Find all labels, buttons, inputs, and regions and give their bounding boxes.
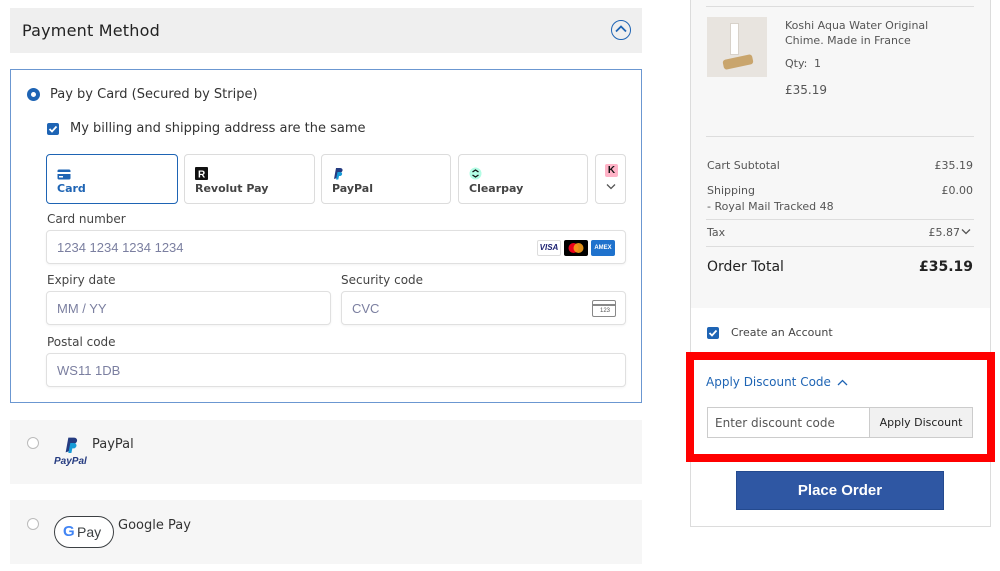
postal-code-input[interactable] bbox=[47, 354, 625, 386]
product-name-line1[interactable]: Koshi Aqua Water Original bbox=[785, 19, 928, 32]
product-name-line2[interactable]: Chime. Made in France bbox=[785, 34, 911, 47]
visa-icon: VISA bbox=[537, 240, 561, 256]
product-price: £35.19 bbox=[785, 83, 827, 97]
pay-by-card-radio[interactable] bbox=[27, 88, 40, 101]
qty-label: Qty: bbox=[785, 57, 808, 70]
card-number-label: Card number bbox=[47, 212, 126, 226]
tab-card[interactable]: Card bbox=[46, 154, 178, 204]
place-order-button[interactable]: Place Order bbox=[736, 471, 944, 510]
paypal-wordmark: PayPal bbox=[54, 456, 87, 467]
paypal-radio[interactable] bbox=[27, 437, 39, 449]
paypal-logo-icon bbox=[65, 437, 78, 453]
gpay-logo-icon: G Pay bbox=[54, 516, 114, 548]
divider bbox=[706, 136, 974, 137]
shipping-value: £0.00 bbox=[941, 184, 974, 197]
paypal-option-label: PayPal bbox=[92, 437, 134, 452]
order-total-value: £35.19 bbox=[918, 259, 973, 275]
apply-discount-button[interactable]: Apply Discount bbox=[869, 407, 973, 438]
divider bbox=[706, 219, 974, 220]
chime-tube bbox=[730, 23, 739, 55]
tab-revolut-pay[interactable]: R Revolut Pay bbox=[184, 154, 315, 204]
apply-discount-toggle[interactable]: Apply Discount Code bbox=[706, 375, 831, 389]
order-total-label: Order Total bbox=[707, 259, 784, 275]
chevron-down-icon bbox=[606, 184, 616, 190]
amex-icon: AMEX bbox=[591, 240, 615, 256]
security-code-field[interactable]: 123 bbox=[341, 291, 626, 325]
paypal-option[interactable]: PayPal PayPal bbox=[10, 420, 642, 484]
tax-chevron-down-icon[interactable] bbox=[961, 228, 971, 235]
tax-value[interactable]: £5.87 bbox=[929, 226, 961, 239]
expiry-label: Expiry date bbox=[47, 273, 116, 287]
discount-code-input[interactable] bbox=[708, 408, 872, 437]
postal-code-label: Postal code bbox=[47, 335, 116, 349]
expiry-input[interactable] bbox=[47, 292, 330, 324]
gpay-logo-text: Pay bbox=[77, 524, 102, 540]
card-number-field[interactable]: VISA AMEX bbox=[46, 230, 626, 264]
tab-paypal-label: PayPal bbox=[332, 182, 373, 195]
product-thumbnail[interactable] bbox=[707, 17, 767, 77]
billing-same-label: My billing and shipping address are the … bbox=[70, 121, 366, 136]
subtotal-value: £35.19 bbox=[934, 159, 974, 172]
payment-method-header[interactable]: Payment Method bbox=[10, 8, 642, 53]
payment-method-title: Payment Method bbox=[22, 21, 160, 40]
pay-by-card-panel: Pay by Card (Secured by Stripe) My billi… bbox=[10, 69, 642, 403]
billing-same-checkbox[interactable] bbox=[47, 123, 59, 135]
pay-by-card-label: Pay by Card (Secured by Stripe) bbox=[50, 87, 258, 102]
create-account-checkbox[interactable] bbox=[707, 327, 719, 339]
chime-wood bbox=[722, 53, 754, 71]
shipping-method: - Royal Mail Tracked 48 bbox=[707, 200, 834, 213]
klarna-icon: K bbox=[605, 164, 618, 177]
chevron-up-icon[interactable] bbox=[837, 379, 848, 386]
security-code-input[interactable] bbox=[342, 292, 625, 324]
cvc-badge-text: 123 bbox=[600, 308, 611, 314]
tab-card-label: Card bbox=[57, 182, 86, 195]
tab-more[interactable]: K bbox=[595, 154, 626, 204]
tab-clearpay[interactable]: Clearpay bbox=[458, 154, 588, 204]
divider bbox=[706, 246, 974, 247]
tab-paypal[interactable]: PayPal bbox=[321, 154, 451, 204]
google-pay-option[interactable]: G Pay Google Pay bbox=[10, 500, 642, 564]
shipping-label: Shipping bbox=[707, 184, 755, 197]
mastercard-icon bbox=[564, 240, 588, 256]
cvc-card-icon: 123 bbox=[592, 300, 616, 317]
divider bbox=[706, 6, 974, 7]
create-account-label: Create an Account bbox=[731, 326, 833, 339]
svg-text:R: R bbox=[198, 170, 206, 181]
tax-label: Tax bbox=[707, 226, 726, 239]
tab-clearpay-label: Clearpay bbox=[469, 182, 524, 195]
collapse-chevron-icon[interactable] bbox=[611, 20, 631, 40]
postal-code-field[interactable] bbox=[46, 353, 626, 387]
expiry-field[interactable] bbox=[46, 291, 331, 325]
security-code-label: Security code bbox=[341, 273, 424, 287]
tab-revolut-label: Revolut Pay bbox=[195, 182, 269, 195]
subtotal-label: Cart Subtotal bbox=[707, 159, 780, 172]
google-pay-label: Google Pay bbox=[118, 518, 191, 533]
qty-value: 1 bbox=[814, 57, 821, 70]
google-pay-radio[interactable] bbox=[27, 518, 39, 530]
discount-code-field[interactable] bbox=[707, 407, 872, 438]
